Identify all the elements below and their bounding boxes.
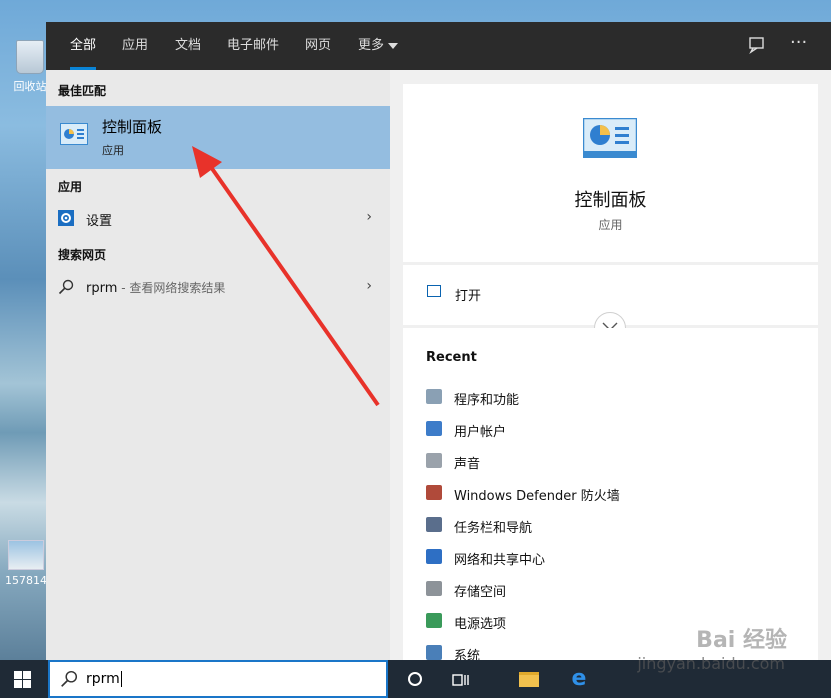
tab-web[interactable]: 网页: [305, 22, 331, 70]
recent-item-label: 存储空间: [454, 585, 507, 600]
preview-subtitle: 应用: [598, 218, 623, 232]
recent-item-label: 程序和功能: [454, 393, 520, 408]
best-match-title: 控制面板: [102, 118, 163, 136]
photo-file-label: 157814: [5, 574, 47, 587]
cortana-button[interactable]: [392, 660, 438, 698]
baidu-watermark-logo: Bai 经验: [696, 628, 787, 653]
storage-icon: [426, 581, 442, 596]
recent-item-label: 用户帐户: [454, 425, 507, 440]
edge-browser-button[interactable]: e: [556, 660, 602, 698]
feedback-icon[interactable]: [748, 36, 766, 58]
task-view-icon: [452, 673, 469, 686]
best-match-header: 最佳匹配: [58, 84, 107, 98]
recent-header: Recent: [426, 350, 477, 365]
recent-item-label: 任务栏和导航: [454, 521, 533, 536]
tab-email-label: 电子邮件: [227, 38, 280, 53]
windows-start-icon[interactable]: [14, 671, 31, 688]
search-filter-bar: 全部 应用 文档 电子邮件 网页 更多 ···: [46, 22, 831, 70]
recycle-bin-icon: [16, 40, 44, 74]
feedback-glyph: [749, 37, 764, 55]
preview-header: 控制面板 应用: [403, 84, 818, 262]
best-match-item[interactable]: 控制面板 应用: [46, 106, 390, 169]
tab-documents-label: 文档: [175, 38, 202, 53]
baidu-watermark-url: jingyan.baidu.com: [637, 654, 785, 673]
web-search-result[interactable]: rprm - 查看网络搜索结果 ›: [46, 270, 390, 304]
search-value: rprm: [86, 671, 120, 687]
web-search-header: 搜索网页: [58, 248, 107, 262]
control-panel-icon: [60, 123, 88, 145]
chevron-right-icon: ›: [366, 209, 372, 225]
users-icon: [426, 421, 442, 436]
programs-icon: [426, 389, 442, 404]
recent-item-label: 网络和共享中心: [454, 553, 546, 568]
tab-documents[interactable]: 文档: [175, 22, 201, 70]
search-icon: [58, 279, 74, 295]
taskbar-search-input[interactable]: rprm: [48, 660, 388, 698]
tab-apps-label: 应用: [122, 38, 149, 53]
web-search-hint: - 查看网络搜索结果: [117, 281, 226, 295]
tab-email[interactable]: 电子邮件: [227, 22, 279, 70]
text-cursor: [120, 671, 122, 687]
start-search-panel: 全部 应用 文档 电子邮件 网页 更多 ··· 最佳匹配 控制面板 应用 应用 …: [46, 22, 831, 664]
task-view-button[interactable]: [438, 660, 484, 698]
network-icon: [426, 549, 442, 564]
best-match-subtitle: 应用: [102, 144, 124, 157]
tab-web-label: 网页: [305, 38, 332, 53]
recent-item-label: 电源选项: [454, 617, 507, 632]
tab-more[interactable]: 更多: [358, 22, 399, 70]
settings-label: 设置: [86, 214, 113, 229]
edge-icon: e: [571, 666, 587, 691]
tab-apps[interactable]: 应用: [122, 22, 148, 70]
tab-all-label: 全部: [70, 38, 97, 53]
recent-list: Recent 程序和功能用户帐户声音 Windows Defender 防火墙 任务…: [403, 328, 818, 664]
photo-desktop-icon[interactable]: 157814: [4, 540, 48, 587]
folder-icon: [519, 671, 539, 687]
file-explorer-button[interactable]: [506, 660, 552, 698]
tab-more-label: 更多: [358, 38, 385, 53]
speaker-icon: [426, 453, 442, 468]
preview-title: 控制面板: [574, 190, 647, 211]
gear-icon: [58, 210, 74, 226]
open-label: 打开: [455, 289, 482, 304]
tab-all[interactable]: 全部: [70, 22, 97, 70]
recycle-bin-label: 回收站: [13, 80, 47, 93]
search-icon: [61, 670, 78, 687]
more-options-icon[interactable]: ···: [790, 32, 807, 53]
taskbar-icon: [426, 517, 442, 532]
firewall-icon: [426, 485, 442, 500]
chevron-down-icon: [388, 42, 399, 49]
image-file-icon: [8, 540, 44, 570]
open-icon: [427, 285, 441, 297]
power-icon: [426, 613, 442, 628]
system-icon: [426, 645, 442, 660]
recent-item-label: Windows Defender 防火墙: [454, 489, 620, 504]
chevron-right-icon: ›: [366, 278, 372, 294]
web-query-text: rprm: [86, 281, 118, 296]
control-panel-large-icon: [583, 118, 637, 158]
cortana-icon: [408, 672, 422, 686]
apps-header: 应用: [58, 180, 83, 194]
results-list: 最佳匹配 控制面板 应用 应用 设置 › 搜索网页 rprm - 查看网络搜索结…: [46, 70, 390, 660]
settings-result[interactable]: 设置 ›: [46, 201, 390, 235]
recent-item-label: 声音: [454, 457, 481, 472]
